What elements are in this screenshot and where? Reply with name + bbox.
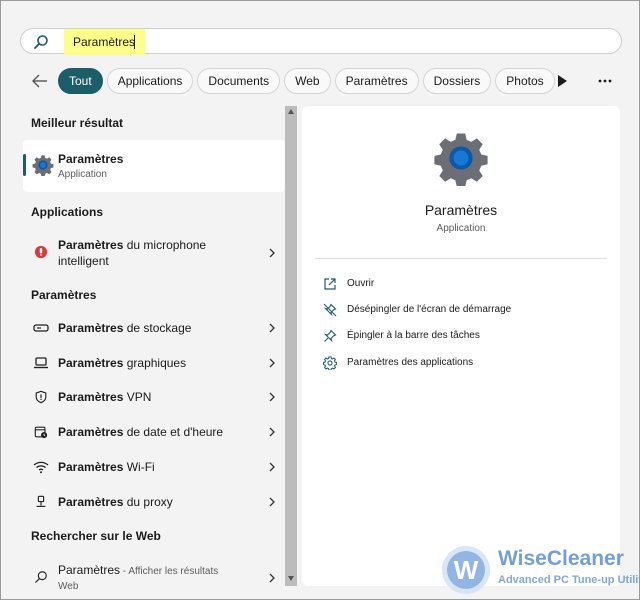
list-item-graphiques[interactable]: Paramètres graphiques [23, 346, 285, 380]
section-parametres: Paramètres [31, 288, 97, 302]
list-item-proxy[interactable]: Paramètres du proxy [23, 485, 285, 519]
text-caret [134, 35, 135, 49]
results-scrollbar[interactable] [285, 106, 297, 586]
best-result-title: Paramètres [58, 152, 124, 166]
list-item-label: Paramètres graphiques [58, 356, 187, 370]
filter-tab-applications[interactable]: Applications [106, 68, 194, 94]
microphone-app-icon [34, 245, 48, 259]
best-result-item[interactable]: Paramètres Application [23, 140, 285, 192]
list-item-web-search[interactable]: Paramètres - Afficher les résultats Web [23, 558, 285, 598]
search-icon [35, 571, 47, 583]
search-icon [34, 35, 48, 49]
detail-pane: Paramètres Application Ouvrir Désépingle… [302, 106, 620, 586]
gear-icon [323, 356, 337, 370]
list-item-label: Paramètres de date et d'heure [58, 425, 224, 439]
chevron-right-icon [269, 497, 275, 507]
storage-icon [33, 324, 49, 332]
wisecleaner-logo-icon: W [442, 546, 490, 594]
action-app-settings[interactable]: Paramètres des applications [315, 352, 607, 374]
section-best-result: Meilleur résultat [31, 116, 124, 130]
web-result-label: Paramètres - Afficher les résultats [58, 563, 219, 577]
filter-tab-photos[interactable]: Photos [495, 68, 555, 94]
list-item-label: Paramètres du proxy [58, 495, 173, 509]
list-item-label: Paramètres de stockage [58, 321, 192, 335]
chevron-right-icon [269, 573, 275, 583]
detail-subtitle: Application [436, 223, 486, 234]
watermark-tagline: Advanced PC Tune-up Utilities [498, 574, 640, 586]
list-item-microphone[interactable]: Paramètres du microphone intelligent [23, 233, 285, 273]
action-label: Ouvrir [347, 278, 375, 289]
filter-tab-dossiers[interactable]: Dossiers [422, 68, 492, 94]
chevron-right-icon [269, 358, 275, 368]
gear-icon [32, 155, 54, 176]
laptop-icon [34, 357, 48, 369]
divider [315, 258, 607, 259]
list-item-date-heure[interactable]: Paramètres de date et d'heure [23, 415, 285, 449]
list-item-stockage[interactable]: Paramètres de stockage [23, 311, 285, 345]
svg-text:W: W [454, 555, 479, 585]
list-item-label: Paramètres du microphone intelligent [58, 238, 207, 268]
unpin-icon [323, 303, 337, 317]
chevron-right-icon [269, 392, 275, 402]
list-item-wifi[interactable]: Paramètres Wi-Fi [23, 450, 285, 484]
chevron-right-icon [269, 323, 275, 333]
filter-tabs: Tout Applications Documents Web Paramètr… [58, 68, 555, 94]
filter-tab-parametres[interactable]: Paramètres [334, 68, 419, 94]
shield-icon [35, 390, 47, 404]
action-label: Désépingler de l'écran de démarrage [347, 304, 512, 315]
calendar-clock-icon [34, 426, 48, 439]
search-input[interactable] [73, 33, 373, 51]
watermark-brand: WiseCleaner [498, 547, 624, 570]
search-window: Tout Applications Documents Web Paramètr… [0, 0, 640, 600]
list-item-label: Paramètres VPN [58, 390, 152, 404]
filter-tab-tout[interactable]: Tout [58, 68, 103, 94]
action-pin-taskbar[interactable]: Épingler à la barre des tâches [315, 325, 607, 347]
more-options-icon[interactable] [598, 78, 612, 84]
detail-title: Paramètres [424, 202, 498, 218]
filter-tab-web[interactable]: Web [284, 68, 331, 94]
chevron-right-icon [269, 462, 275, 472]
action-label: Épingler à la barre des tâches [347, 330, 480, 341]
back-arrow-icon[interactable] [31, 72, 49, 90]
selection-indicator [23, 154, 26, 176]
wifi-icon [33, 461, 49, 474]
filter-tab-documents[interactable]: Documents [197, 68, 281, 94]
open-icon [324, 278, 336, 290]
action-unpin-start[interactable]: Désépingler de l'écran de démarrage [315, 299, 607, 321]
pin-icon [323, 329, 337, 343]
results-list: Meilleur résultat Paramètres Application… [23, 106, 285, 592]
scroll-down-arrow-icon[interactable] [288, 576, 294, 581]
list-item-vpn[interactable]: Paramètres VPN [23, 380, 285, 414]
section-web: Rechercher sur le Web [31, 529, 161, 543]
best-result-subtitle: Application [58, 169, 107, 180]
gear-icon [434, 133, 488, 186]
chevron-right-icon [269, 248, 275, 258]
scroll-up-arrow-icon[interactable] [288, 109, 294, 114]
web-result-source: Web [58, 581, 79, 592]
search-bar[interactable] [20, 28, 622, 55]
proxy-icon [36, 495, 46, 507]
chevron-right-icon [269, 427, 275, 437]
action-open[interactable]: Ouvrir [315, 273, 607, 295]
action-label: Paramètres des applications [347, 357, 474, 368]
play-icon[interactable] [556, 74, 568, 88]
list-item-label: Paramètres Wi-Fi [58, 460, 155, 474]
section-applications: Applications [31, 205, 104, 219]
